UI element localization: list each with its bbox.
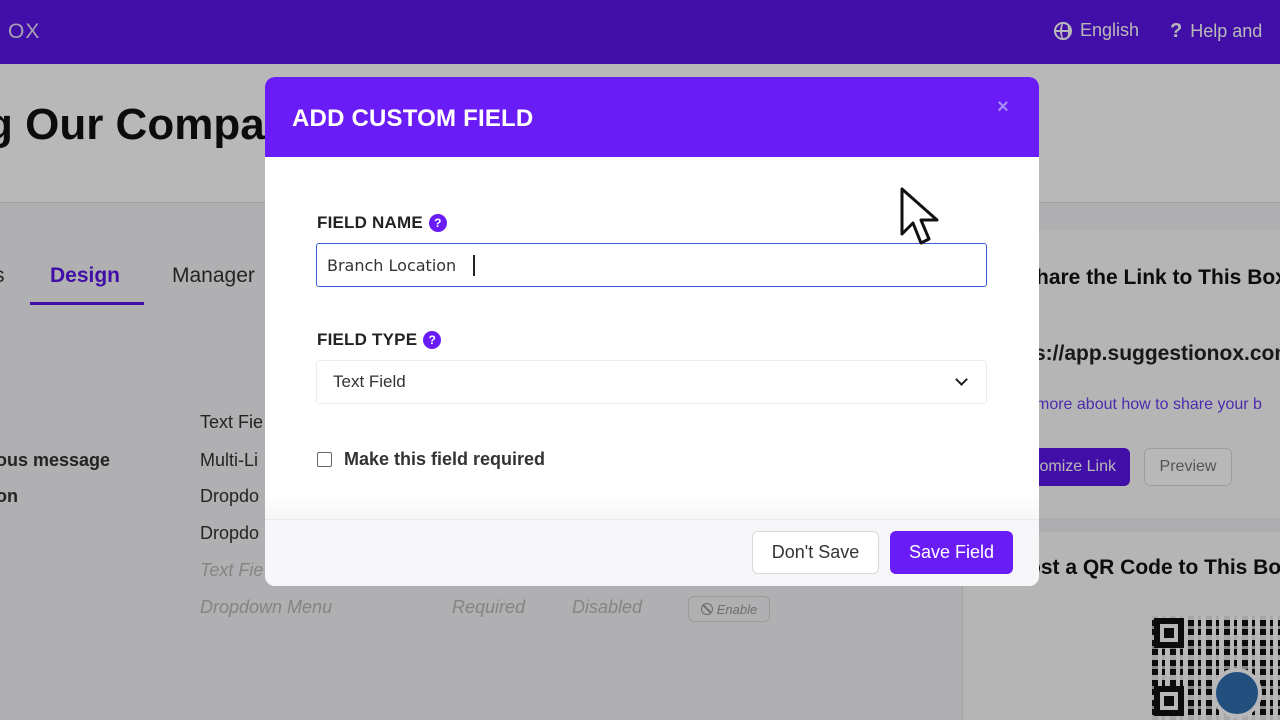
field-name-input[interactable]	[316, 243, 987, 287]
chevron-down-icon	[955, 373, 968, 386]
close-icon[interactable]: ×	[993, 97, 1013, 117]
save-field-button[interactable]: Save Field	[890, 531, 1013, 574]
mouse-cursor-icon	[900, 187, 939, 245]
required-checkbox[interactable]	[317, 452, 332, 467]
dont-save-button[interactable]: Don't Save	[752, 531, 879, 574]
required-checkbox-label[interactable]: Make this field required	[344, 449, 545, 470]
field-type-select[interactable]: Text Field	[316, 360, 987, 404]
field-name-label: FIELD NAME ?	[317, 213, 447, 233]
field-type-selected-value: Text Field	[333, 372, 406, 391]
modal-title: ADD CUSTOM FIELD	[292, 105, 534, 132]
required-option: Make this field required	[317, 449, 545, 470]
modal-body-shadow	[265, 493, 1039, 519]
field-type-label: FIELD TYPE ?	[317, 330, 442, 350]
text-caret	[473, 255, 475, 276]
modal-header: ADD CUSTOM FIELD ×	[265, 77, 1039, 157]
field-type-label-text: FIELD TYPE	[317, 330, 418, 349]
add-custom-field-modal: ADD CUSTOM FIELD × FIELD NAME ? FIELD TY…	[265, 77, 1039, 586]
question-icon[interactable]: ?	[423, 331, 442, 349]
question-icon[interactable]: ?	[428, 214, 447, 232]
field-name-label-text: FIELD NAME	[317, 213, 423, 232]
